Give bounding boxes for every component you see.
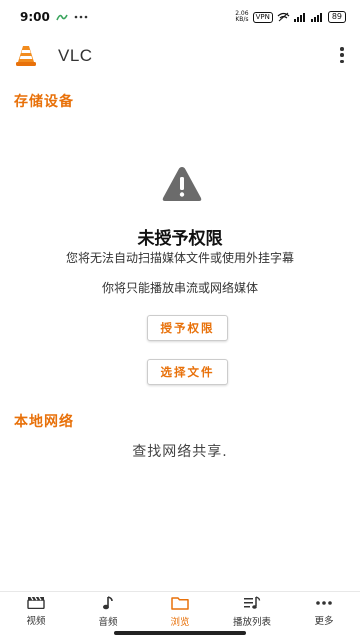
empty-state-desc-1: 您将无法自动扫描媒体文件或使用外挂字幕 — [65, 251, 294, 265]
app-bar: VLC — [0, 34, 360, 78]
more-dots-icon — [316, 600, 332, 605]
app-title: VLC — [58, 46, 93, 65]
signal-icon — [293, 13, 305, 22]
music-note-icon — [103, 596, 113, 610]
nav-label-more: 更多 — [314, 616, 334, 627]
notification-icon — [56, 14, 68, 21]
more-notifications-icon — [74, 15, 88, 19]
storage-section-title: 存储设备 — [14, 94, 74, 110]
pick-file-button[interactable]: 选择文件 — [147, 359, 228, 385]
folder-icon — [171, 597, 189, 610]
empty-state-desc-2: 你将只能播放串流或网络媒体 — [101, 281, 258, 295]
nav-label-playlists: 播放列表 — [232, 617, 271, 628]
video-clapper-icon — [27, 596, 45, 609]
network-section-title: 本地网络 — [14, 414, 74, 430]
signal-2-icon — [310, 13, 322, 22]
playlist-icon — [244, 596, 261, 609]
nav-item-browse[interactable]: 浏览 — [144, 592, 216, 628]
grant-permission-button[interactable]: 授予权限 — [147, 315, 228, 341]
home-indicator[interactable] — [114, 631, 246, 635]
status-time: 9:00 — [20, 10, 50, 24]
status-bar: 9:00 2.06 KB/s VPN 89 — [0, 0, 360, 34]
nav-item-playlists[interactable]: 播放列表 — [216, 592, 288, 628]
empty-state-title: 未授予权限 — [137, 229, 223, 249]
warning-icon — [162, 167, 202, 201]
status-right: 2.06 KB/s VPN 89 — [235, 11, 346, 23]
nav-item-video[interactable]: 视频 — [0, 592, 72, 627]
nav-item-more[interactable]: 更多 — [288, 592, 360, 627]
nav-label-browse: 浏览 — [170, 617, 190, 628]
nav-item-audio[interactable]: 音频 — [72, 592, 144, 628]
vlc-logo-icon — [16, 46, 36, 66]
vpn-badge: VPN — [252, 11, 273, 23]
nav-label-video: 视频 — [26, 616, 46, 627]
overflow-menu-icon[interactable] — [338, 44, 346, 66]
wifi-off-icon — [277, 12, 290, 22]
network-empty-text: 查找网络共享. — [132, 444, 228, 460]
status-left: 9:00 — [20, 10, 88, 24]
battery-indicator: 89 — [327, 11, 346, 23]
bottom-navigation: 视频 音频 浏览 播放列表 更多 — [0, 591, 360, 628]
nav-label-audio: 音频 — [98, 617, 118, 628]
net-speed: 2.06 KB/s — [235, 10, 249, 23]
